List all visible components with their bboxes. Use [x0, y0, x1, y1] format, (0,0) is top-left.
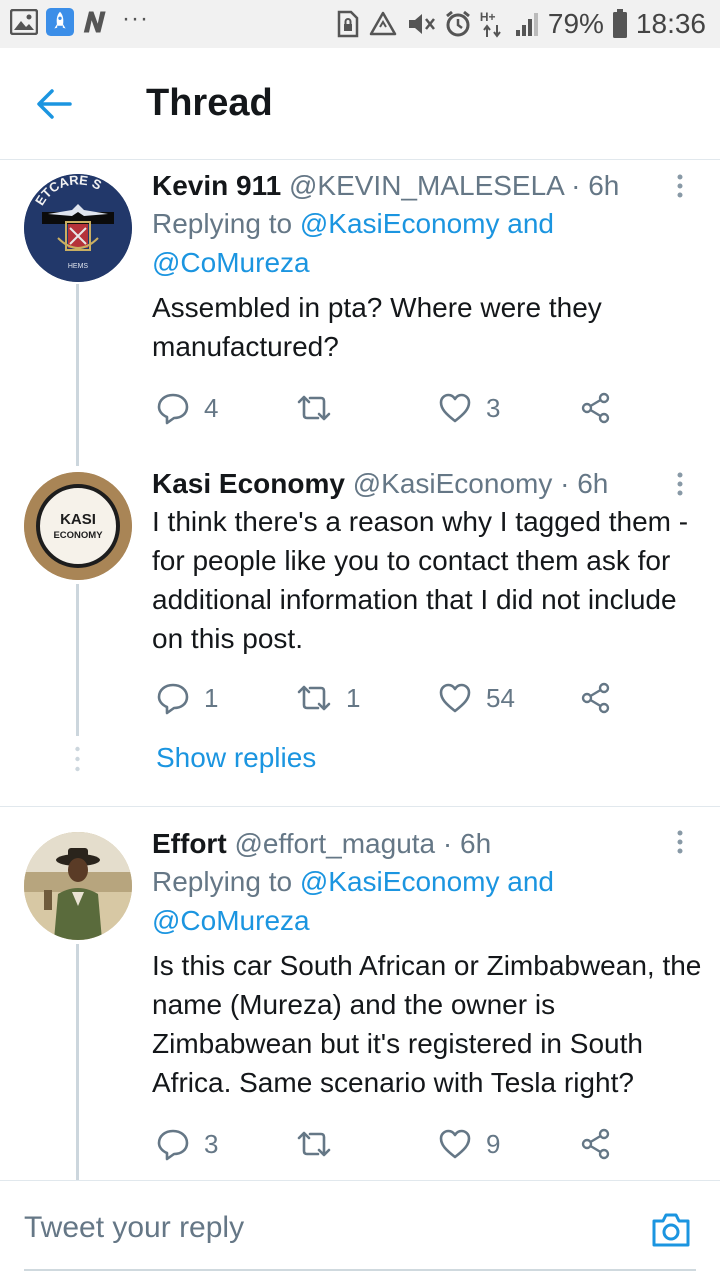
status-bar: ··· H+ 79% 18:36 — [0, 0, 720, 48]
status-bar-left: ··· — [10, 5, 149, 36]
retweet-button[interactable] — [296, 1124, 346, 1164]
reply-icon — [157, 393, 189, 425]
tweet-time: · 6h — [560, 468, 609, 499]
tweet-actions: 3 9 — [156, 1124, 626, 1164]
reply-composer — [0, 1180, 720, 1280]
alarm-icon — [445, 10, 470, 37]
reply-icon — [157, 1129, 189, 1161]
heart-icon — [439, 683, 471, 713]
thread-header: Thread — [0, 48, 720, 160]
network-type-text: H+ — [479, 10, 496, 24]
tweet-content: Kevin 911 @KEVIN_MALESELA · 6h Replying … — [152, 168, 702, 366]
display-name[interactable]: Kasi Economy — [152, 468, 345, 499]
more-vert-icon[interactable] — [670, 470, 690, 500]
like-count: 9 — [486, 1128, 501, 1159]
share-icon — [581, 392, 610, 424]
tweet-text: I think there's a reason why I tagged th… — [152, 506, 689, 654]
like-button[interactable]: 54 — [438, 678, 515, 718]
heart-icon — [439, 1129, 471, 1159]
avatar-text-line1: KASI — [60, 511, 96, 528]
share-button[interactable] — [580, 388, 612, 428]
reply-button[interactable]: 1 — [156, 678, 218, 718]
reply-count: 4 — [204, 392, 219, 423]
tweet-text: Assembled in pta? Where were they manufa… — [152, 292, 602, 362]
user-handle[interactable]: @KEVIN_MALESELA — [289, 170, 563, 201]
signal-icon — [515, 13, 538, 36]
more-vert-icon[interactable] — [670, 172, 690, 202]
replying-to: Replying to @KasiEconomy and @CoMureza — [152, 204, 702, 282]
reply-button[interactable]: 4 — [156, 388, 218, 428]
input-underline — [24, 1269, 696, 1271]
camera-icon[interactable] — [650, 1209, 692, 1251]
n-app-icon — [82, 8, 110, 36]
tweet-actions: 4 3 — [156, 388, 626, 428]
replying-to-label: Replying to — [152, 208, 293, 239]
show-replies-link[interactable]: Show replies — [156, 742, 316, 774]
replying-to-label: Replying to — [152, 866, 293, 897]
retweet-button[interactable]: 1 — [296, 678, 360, 718]
replying-to: Replying to @KasiEconomy and @CoMureza — [152, 862, 702, 940]
more-vert-icon[interactable] — [670, 828, 690, 858]
retweet-icon — [297, 1131, 331, 1157]
display-name[interactable]: Effort — [152, 828, 227, 859]
clock: 18:36 — [635, 8, 706, 39]
tweet-header: Effort @effort_maguta · 6h — [152, 826, 702, 862]
avatar-text-line2: ECONOMY — [53, 530, 103, 541]
share-icon — [581, 1128, 610, 1160]
avatar[interactable]: KASI ECONOMY — [24, 472, 132, 580]
tweet-header: Kasi Economy @KasiEconomy · 6h — [152, 466, 702, 502]
reply-input[interactable] — [24, 1205, 624, 1251]
avatar-small-text: HEMS — [68, 263, 89, 270]
user-handle[interactable]: @effort_maguta — [234, 828, 435, 859]
recycle-icon — [369, 11, 397, 36]
tweet[interactable]: ETCARE S HEMS Kevin 911 @KEVIN_MALESELA … — [0, 160, 720, 460]
reply-count: 3 — [204, 1128, 219, 1159]
battery-percent: 79% — [547, 8, 604, 39]
status-bar-right: H+ 79% 18:36 — [336, 8, 706, 40]
tweet[interactable]: KASI ECONOMY Kasi Economy @KasiEconomy ·… — [0, 460, 720, 750]
sim-lock-icon — [337, 10, 359, 38]
tweet-content: Effort @effort_maguta · 6h Replying to @… — [152, 826, 702, 1102]
network-h-plus-icon: H+ — [480, 10, 506, 38]
retweet-button[interactable] — [296, 388, 346, 428]
tweet-text: Is this car South African or Zimbabwean,… — [152, 950, 702, 1098]
like-button[interactable]: 9 — [438, 1124, 500, 1164]
avatar[interactable] — [24, 832, 132, 940]
divider — [0, 806, 720, 807]
like-button[interactable]: 3 — [438, 388, 500, 428]
retweet-icon — [297, 395, 331, 421]
tweet-time: · 6h — [571, 170, 620, 201]
thread-ellipsis-icon — [75, 746, 80, 772]
like-count: 54 — [486, 682, 515, 713]
battery-icon — [612, 9, 627, 38]
mute-icon — [408, 14, 435, 34]
tweet-time: · 6h — [442, 828, 492, 859]
tweet[interactable]: Effort @effort_maguta · 6h Replying to @… — [0, 818, 720, 1180]
reply-button[interactable]: 3 — [156, 1124, 218, 1164]
tweet-header: Kevin 911 @KEVIN_MALESELA · 6h — [152, 168, 702, 204]
page-title: Thread — [146, 82, 273, 124]
rocket-icon — [46, 8, 74, 36]
more-dots-icon: ··· — [122, 5, 149, 32]
share-button[interactable] — [580, 1124, 612, 1164]
reply-icon — [157, 683, 189, 715]
retweet-count: 1 — [346, 682, 361, 713]
reply-count: 1 — [204, 682, 219, 713]
share-button[interactable] — [580, 678, 612, 718]
tweet-content: Kasi Economy @KasiEconomy · 6h I think t… — [152, 466, 702, 658]
arrow-left-icon[interactable] — [34, 84, 74, 124]
user-handle[interactable]: @KasiEconomy — [353, 468, 553, 499]
display-name[interactable]: Kevin 911 — [152, 170, 281, 201]
tweet-actions: 1 1 54 — [156, 678, 626, 718]
like-count: 3 — [486, 392, 501, 423]
retweet-icon — [297, 685, 331, 711]
avatar[interactable]: ETCARE S HEMS — [24, 174, 132, 282]
share-icon — [581, 682, 610, 714]
gallery-icon — [10, 8, 38, 36]
heart-icon — [439, 393, 471, 423]
